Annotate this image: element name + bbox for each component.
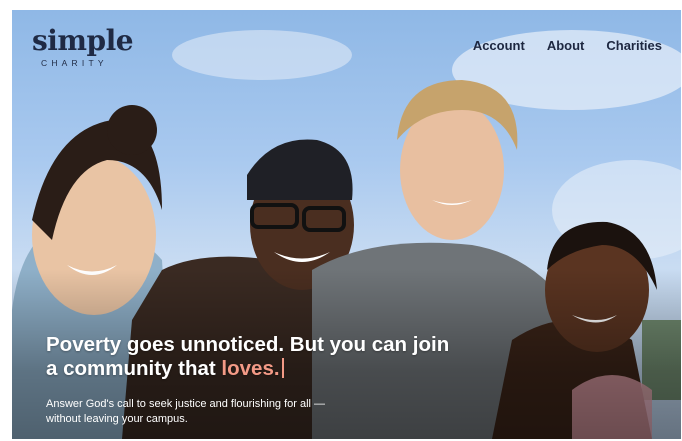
typing-caret (281, 358, 284, 378)
nav-charities-link[interactable]: Charities (606, 38, 662, 53)
top-nav: Account About Charities (473, 38, 662, 53)
hero-headline: Poverty goes unnoticed. But you can join… (46, 333, 466, 381)
hero-section: simple CHARITY Account About Charities P… (12, 10, 681, 439)
brand-logo[interactable]: simple CHARITY (32, 24, 134, 69)
hero-text: Poverty goes unnoticed. But you can join… (46, 333, 466, 427)
nav-about-link[interactable]: About (547, 38, 585, 53)
brand-tagline: CHARITY (41, 58, 108, 68)
headline-accent: loves. (221, 357, 280, 380)
brand-name: simple (32, 24, 134, 57)
nav-account-link[interactable]: Account (473, 38, 525, 53)
hero-subtext: Answer God's call to seek justice and fl… (46, 398, 326, 425)
